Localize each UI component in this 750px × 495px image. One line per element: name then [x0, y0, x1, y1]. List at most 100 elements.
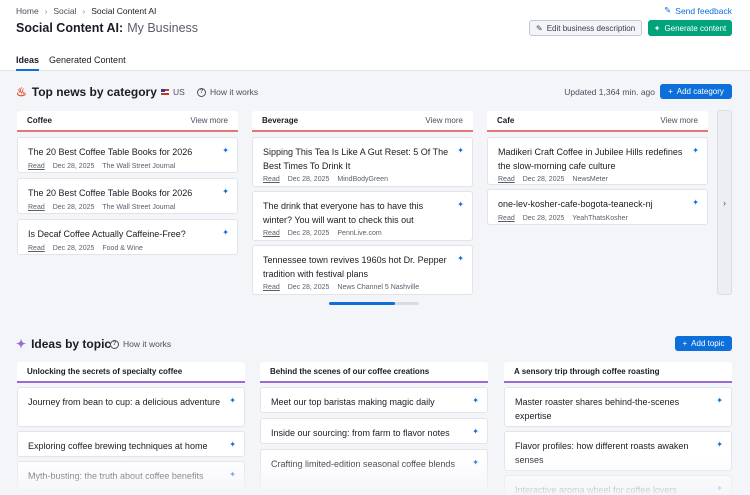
add-topic-button[interactable]: + Add topic: [675, 336, 732, 351]
breadcrumb: Home › Social › Social Content AI: [16, 6, 156, 16]
sparkle-icon[interactable]: ✦: [716, 440, 723, 449]
top-news-title: Top news by category: [31, 85, 157, 99]
news-title: The drink that everyone has to have this…: [263, 201, 424, 225]
news-date: Dec 28, 2025: [522, 214, 565, 222]
news-card[interactable]: Madikeri Craft Coffee in Jubilee Hills r…: [487, 137, 708, 185]
generate-content-button[interactable]: ✦ Generate content: [648, 20, 732, 36]
sparkle-icon[interactable]: ✦: [692, 146, 699, 155]
edit-business-description-button[interactable]: ✎ Edit business description: [529, 20, 643, 36]
idea-title: Journey from bean to cup: a delicious ad…: [28, 397, 221, 407]
news-title: The 20 Best Coffee Table Books for 2026: [28, 188, 193, 198]
sparkle-icon[interactable]: ✦: [222, 228, 229, 237]
chevron-right-icon: ›: [723, 197, 726, 208]
how-it-works-label: How it works: [210, 87, 259, 97]
page-header: Home › Social › Social Content AI ✎ Send…: [0, 0, 750, 71]
idea-title: Inside our sourcing: from farm to flavor…: [271, 428, 450, 438]
read-link[interactable]: Read: [263, 284, 280, 291]
read-link[interactable]: Read: [28, 204, 45, 211]
idea-card[interactable]: Exploring coffee brewing techniques at h…: [17, 431, 245, 457]
sparkle-icon[interactable]: ✦: [472, 458, 479, 467]
app-title: Social Content AI:: [16, 21, 124, 35]
carousel-next-button[interactable]: ›: [717, 110, 732, 295]
idea-card[interactable]: Journey from bean to cup: a delicious ad…: [17, 387, 245, 427]
sparkle-icon[interactable]: ✦: [229, 440, 236, 449]
sparkle-icon[interactable]: ✦: [472, 396, 479, 405]
help-icon: ?: [197, 87, 206, 97]
idea-card[interactable]: Interactive aroma wheel for coffee lover…: [504, 475, 732, 495]
news-date: Dec 28, 2025: [522, 176, 565, 183]
tab-ideas[interactable]: Ideas: [16, 55, 40, 71]
idea-card[interactable]: Meet our top baristas making magic daily…: [260, 387, 488, 413]
plus-icon: +: [668, 87, 673, 96]
news-source: The Wall Street Journal: [102, 203, 176, 211]
pencil-icon: ✎: [536, 23, 543, 33]
news-date: Dec 28, 2025: [52, 162, 95, 170]
add-category-button[interactable]: + Add category: [660, 84, 732, 99]
column-header: Coffee View more: [17, 111, 238, 132]
idea-card[interactable]: Master roaster shares behind-the-scenes …: [504, 387, 732, 427]
top-news-how-it-works[interactable]: ? How it works: [197, 87, 258, 97]
idea-card[interactable]: Myth-busting: the truth about coffee ben…: [17, 461, 245, 491]
sparkle-icon[interactable]: ✦: [457, 200, 464, 209]
breadcrumb-home[interactable]: Home: [16, 6, 39, 16]
topic-column: Behind the scenes of our coffee creation…: [260, 362, 488, 383]
ideas-how-it-works[interactable]: ? How it works: [110, 339, 171, 349]
top-news-heading: ♨ Top news by category: [16, 85, 167, 99]
region-selector[interactable]: US: [161, 87, 185, 97]
news-date: Dec 28, 2025: [52, 203, 95, 211]
topic-header: Unlocking the secrets of specialty coffe…: [17, 362, 245, 383]
sparkle-icon[interactable]: ✦: [716, 484, 723, 493]
sparkle-icon[interactable]: ✦: [692, 198, 699, 207]
news-column-coffee: Coffee View more: [17, 111, 238, 132]
read-link[interactable]: Read: [498, 215, 515, 222]
read-link[interactable]: Read: [263, 176, 280, 183]
news-card[interactable]: The 20 Best Coffee Table Books for 2026 …: [17, 137, 238, 173]
sparkle-icon[interactable]: ✦: [222, 187, 229, 196]
view-more-link[interactable]: View more: [190, 116, 228, 125]
idea-title: Interactive aroma wheel for coffee lover…: [515, 485, 677, 495]
idea-title: Myth-busting: the truth about coffee ben…: [28, 471, 204, 481]
carousel-scrollbar[interactable]: [329, 302, 419, 305]
breadcrumb-social[interactable]: Social: [53, 6, 76, 16]
sparkle-icon: ✦: [653, 23, 661, 33]
news-card[interactable]: Is Decaf Coffee Actually Caffeine-Free? …: [17, 219, 238, 255]
news-source: MindBodyGreen: [337, 176, 388, 183]
sparkle-icon[interactable]: ✦: [472, 427, 479, 436]
column-name: Coffee: [27, 116, 52, 125]
business-name: My Business: [127, 21, 199, 35]
chevron-right-icon: ›: [44, 6, 48, 16]
feedback-icon: ✎: [664, 5, 672, 15]
news-column-beverage: Beverage View more: [252, 111, 473, 132]
news-source: NewsMeter: [572, 176, 608, 183]
sparkle-icon[interactable]: ✦: [716, 396, 723, 405]
tab-generated-content[interactable]: Generated Content: [49, 55, 126, 71]
sparkle-icon[interactable]: ✦: [457, 146, 464, 155]
idea-card[interactable]: Flavor profiles: how different roasts aw…: [504, 431, 732, 471]
news-card[interactable]: The drink that everyone has to have this…: [252, 191, 473, 241]
news-card[interactable]: The 20 Best Coffee Table Books for 2026 …: [17, 178, 238, 214]
view-more-link[interactable]: View more: [660, 116, 698, 125]
generate-button-label: Generate content: [664, 23, 727, 33]
news-title: Madikeri Craft Coffee in Jubilee Hills r…: [498, 147, 683, 171]
sparkle-icon[interactable]: ✦: [457, 254, 464, 263]
edit-button-label: Edit business description: [546, 23, 636, 33]
sparkle-icon[interactable]: ✦: [229, 396, 236, 405]
scrollbar-thumb[interactable]: [329, 302, 395, 305]
read-link[interactable]: Read: [28, 163, 45, 170]
topic-name: A sensory trip through coffee roasting: [514, 367, 660, 376]
sparkle-icon[interactable]: ✦: [229, 470, 236, 479]
view-more-link[interactable]: View more: [425, 116, 463, 125]
idea-card[interactable]: Inside our sourcing: from farm to flavor…: [260, 418, 488, 444]
sparkle-icon[interactable]: ✦: [222, 146, 229, 155]
fire-icon: ♨: [16, 85, 27, 99]
idea-card[interactable]: Crafting limited-edition seasonal coffee…: [260, 449, 488, 491]
news-card[interactable]: Sipping This Tea Is Like A Gut Reset: 5 …: [252, 137, 473, 187]
read-link[interactable]: Read: [263, 230, 280, 237]
region-label: US: [173, 87, 185, 97]
news-title: The 20 Best Coffee Table Books for 2026: [28, 147, 193, 157]
news-card[interactable]: one-lev-kosher-cafe-bogota-teaneck-nj Re…: [487, 189, 708, 225]
read-link[interactable]: Read: [498, 176, 515, 183]
news-card[interactable]: Tennessee town revives 1960s hot Dr. Pep…: [252, 245, 473, 295]
send-feedback-link[interactable]: ✎ Send feedback: [664, 5, 732, 16]
read-link[interactable]: Read: [28, 245, 45, 252]
